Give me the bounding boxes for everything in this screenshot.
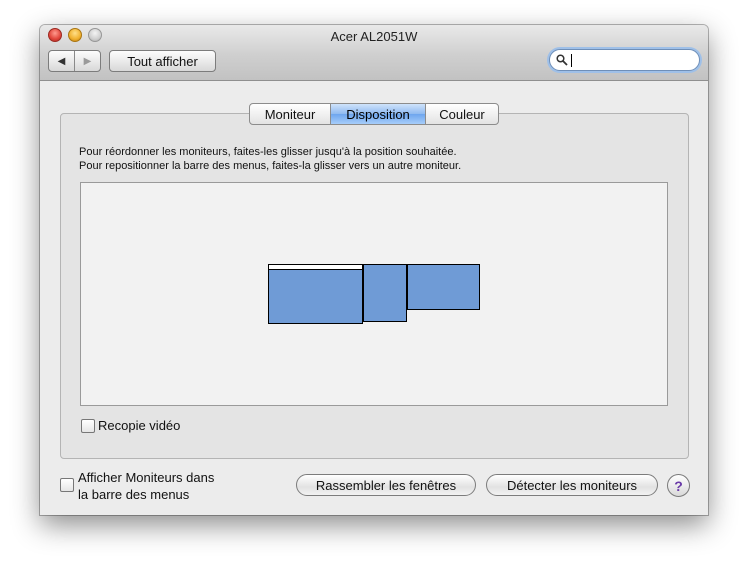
text-cursor — [571, 54, 572, 67]
help-icon: ? — [674, 477, 683, 494]
forward-button[interactable]: ▶ — [74, 51, 100, 71]
display-right[interactable] — [407, 264, 480, 310]
help-button[interactable]: ? — [667, 474, 690, 497]
tab-couleur[interactable]: Couleur — [425, 104, 498, 124]
mirror-displays-label: Recopie vidéo — [98, 418, 181, 433]
back-arrow-icon: ◀ — [57, 55, 66, 67]
title-bar: Acer AL2051W ◀ ▶ Tout afficher — [40, 25, 708, 81]
instructions: Pour réordonner les moniteurs, faites-le… — [79, 145, 461, 173]
tab-bar: Moniteur Disposition Couleur — [249, 103, 499, 125]
display-arrangement-area — [80, 182, 668, 406]
instruction-line-2: Pour repositionner la barre des menus, f… — [79, 160, 462, 172]
show-in-menubar-label-line-1: Afficher Moniteurs dans — [78, 470, 215, 485]
window-title: Acer AL2051W — [330, 29, 418, 44]
show-in-menubar-label-line-2: la barre des menus — [78, 487, 190, 502]
show-in-menubar-label: Afficher Moniteurs dans la barre des men… — [78, 469, 214, 503]
show-all-button[interactable]: Tout afficher — [109, 50, 216, 72]
gather-windows-button[interactable]: Rassembler les fenêtres — [296, 474, 476, 496]
search-field[interactable] — [549, 49, 700, 71]
search-icon — [556, 54, 568, 66]
preferences-window: Acer AL2051W ◀ ▶ Tout afficher Moniteur … — [40, 25, 708, 515]
display-middle[interactable] — [363, 264, 407, 322]
navigation-buttons: ◀ ▶ — [48, 50, 101, 72]
detect-displays-button[interactable]: Détecter les moniteurs — [486, 474, 658, 496]
tab-disposition[interactable]: Disposition — [330, 104, 425, 124]
instruction-line-1: Pour réordonner les moniteurs, faites-le… — [79, 146, 457, 158]
tab-moniteur[interactable]: Moniteur — [250, 104, 330, 124]
mirror-displays-checkbox[interactable] — [81, 419, 95, 433]
back-button[interactable]: ◀ — [49, 51, 74, 71]
show-in-menubar-checkbox[interactable] — [60, 478, 74, 492]
display-main[interactable] — [268, 269, 363, 324]
forward-arrow-icon: ▶ — [83, 55, 92, 67]
